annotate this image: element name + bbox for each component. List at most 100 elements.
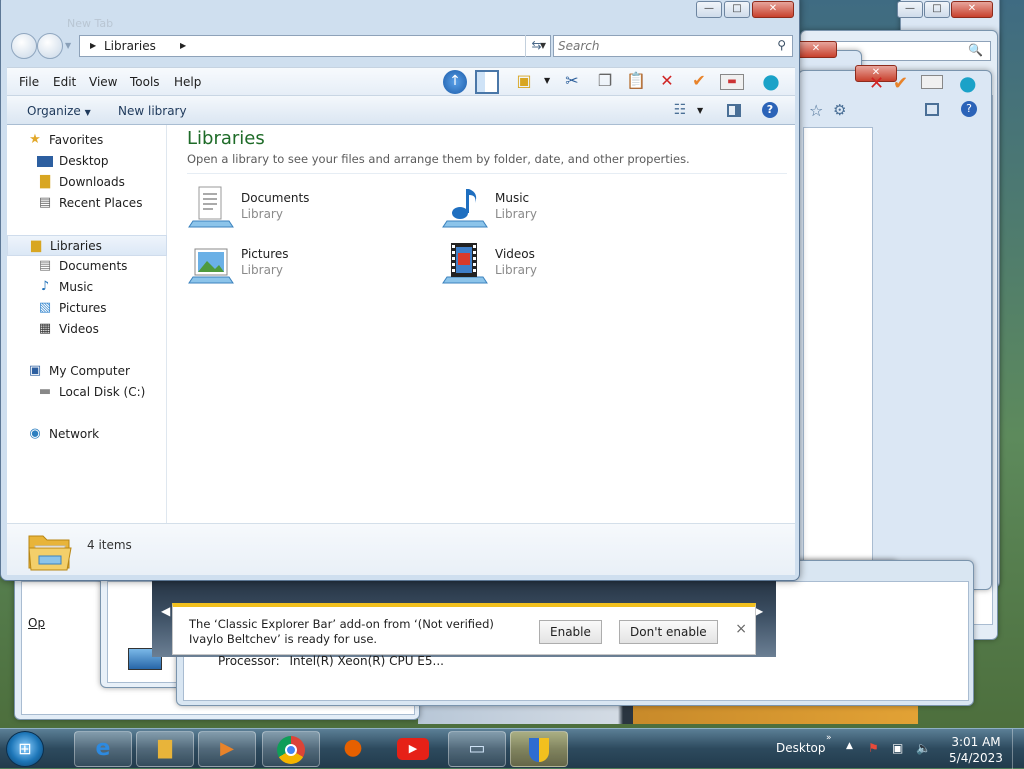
recent-places-icon: ▤	[38, 195, 52, 210]
libraries-icon: ▆	[31, 238, 41, 253]
background-partial-text: Op	[28, 616, 46, 630]
taskbar-ie-icon[interactable]: e	[74, 731, 132, 767]
properties-icon[interactable]: ✔	[687, 70, 711, 94]
forward-button[interactable]	[37, 33, 63, 59]
library-type: Library	[495, 263, 537, 277]
desktop-icon	[37, 156, 53, 167]
preview-pane-icon[interactable]	[723, 100, 745, 122]
properties-icon[interactable]: ✔	[893, 73, 908, 94]
nav-recent-places[interactable]: ▤ Recent Places	[7, 193, 167, 214]
search-icon[interactable]: ⚲	[777, 38, 786, 52]
search-input[interactable]	[558, 37, 768, 55]
preview-pane-icon[interactable]	[925, 103, 939, 116]
paste-icon[interactable]: 📋	[624, 70, 648, 94]
menu-file[interactable]: File	[19, 75, 39, 89]
dropdown-arrow-icon[interactable]: ▼	[544, 76, 550, 85]
close-button[interactable]: ✕	[795, 41, 837, 58]
email-icon[interactable]	[921, 75, 943, 89]
taskbar-firefox-icon[interactable]: ●	[324, 731, 382, 767]
nav-desktop[interactable]: Desktop	[7, 151, 167, 172]
delete-icon[interactable]: ✕	[869, 73, 884, 94]
volume-icon[interactable]: 🔈	[916, 741, 931, 755]
breadcrumb-arrow-icon[interactable]: ▶	[90, 41, 96, 50]
view-dropdown-icon[interactable]: ▼	[697, 106, 703, 115]
nav-label: Libraries	[50, 239, 102, 253]
cut-icon[interactable]: ✂	[560, 70, 584, 94]
maximize-button[interactable]: □	[724, 1, 750, 18]
nav-music[interactable]: ♪ Music	[7, 277, 167, 298]
nav-videos[interactable]: ▦ Videos	[7, 319, 167, 340]
up-icon[interactable]: ↑	[443, 70, 467, 94]
organize-button[interactable]: Organize ▼	[27, 104, 91, 118]
nav-downloads[interactable]: ▇ Downloads	[7, 172, 167, 193]
recent-pages-icon[interactable]: ▼	[65, 41, 71, 50]
nav-libraries[interactable]: ▆ Libraries	[7, 235, 167, 256]
maximize-button[interactable]: □	[924, 1, 950, 18]
nav-my-computer[interactable]: ▣ My Computer	[7, 361, 167, 382]
dont-enable-button[interactable]: Don't enable	[619, 620, 718, 644]
panes-icon[interactable]	[475, 70, 499, 94]
taskbar-chrome-icon[interactable]	[262, 731, 320, 767]
processor-info: Processor: Intel(R) Xeon(R) CPU E5...	[218, 654, 444, 668]
taskbar-drive-icon[interactable]: ▭	[448, 731, 506, 767]
delete-icon[interactable]: ✕	[655, 70, 679, 94]
taskbar-media-player-icon[interactable]: ▶	[198, 731, 256, 767]
help-icon[interactable]: ?	[759, 100, 781, 122]
library-documents[interactable]: Documents Library	[187, 183, 427, 233]
nav-favorites[interactable]: ★ Favorites	[7, 130, 167, 151]
computer-icon: ▣	[28, 363, 42, 378]
menu-tools[interactable]: Tools	[130, 75, 160, 89]
start-button[interactable]: ⊞	[6, 731, 44, 767]
email-icon[interactable]: ▬	[720, 74, 744, 90]
shell-icon[interactable]: ●	[759, 70, 783, 94]
search-icon[interactable]: 🔍	[968, 43, 983, 57]
prev-arrow-icon[interactable]: ◀	[161, 604, 170, 618]
nav-label: Desktop	[59, 154, 109, 168]
library-pictures[interactable]: Pictures Library	[187, 239, 427, 289]
nav-documents[interactable]: ▤ Documents	[7, 256, 167, 277]
taskbar-youtube-icon[interactable]: ▶	[384, 731, 442, 767]
clock[interactable]: 3:01 AM 5/4/2023	[944, 734, 1008, 766]
menu-view[interactable]: View	[89, 75, 117, 89]
view-options-icon[interactable]: ☷	[669, 100, 691, 122]
action-center-icon[interactable]: ⚑	[868, 741, 879, 755]
library-music[interactable]: Music Library	[441, 183, 681, 233]
help-icon[interactable]: ?	[961, 101, 977, 117]
network-tray-icon[interactable]: ▣	[892, 741, 903, 755]
close-button[interactable]: ✕	[951, 1, 993, 18]
menu-edit[interactable]: Edit	[53, 75, 76, 89]
gear-icon[interactable]: ⚙	[833, 101, 846, 119]
minimize-button[interactable]: —	[696, 1, 722, 18]
status-bar: 4 items	[7, 523, 795, 575]
nav-network[interactable]: ◉ Network	[7, 424, 167, 445]
new-library-button[interactable]: New library	[118, 104, 187, 118]
breadcrumb-libraries[interactable]: Libraries	[104, 39, 156, 53]
desktop-toolbar-label[interactable]: Desktop	[776, 741, 826, 755]
show-toolbar-chevron-icon[interactable]: »	[826, 733, 832, 743]
menu-help[interactable]: Help	[174, 75, 201, 89]
copy-icon[interactable]: ❐	[593, 70, 617, 94]
show-desktop-button[interactable]	[1012, 729, 1024, 769]
address-bar[interactable]: ▶ Libraries ▶ ▼	[79, 35, 551, 57]
star-icon[interactable]: ☆	[809, 101, 823, 120]
breadcrumb-chevron-icon[interactable]: ▶	[180, 41, 186, 50]
background-window-4[interactable]: ✕ ☆ ⚙ ? ✕ ✔ ●	[798, 65, 992, 590]
refresh-icon[interactable]: ⇆	[525, 35, 547, 57]
enable-button[interactable]: Enable	[539, 620, 602, 644]
show-hidden-icons-icon[interactable]: ▲	[846, 741, 853, 751]
taskbar-explorer-icon[interactable]: ▇	[136, 731, 194, 767]
content-pane: Libraries Open a library to see your fil…	[167, 125, 795, 523]
taskbar-security-icon[interactable]	[510, 731, 568, 767]
back-button[interactable]	[11, 33, 37, 59]
videos-library-icon	[441, 239, 489, 287]
page-subtitle: Open a library to see your files and arr…	[187, 152, 690, 166]
close-button[interactable]: ✕	[752, 1, 794, 18]
library-videos[interactable]: Videos Library	[441, 239, 681, 289]
close-notification-icon[interactable]: ×	[735, 621, 747, 637]
minimize-button[interactable]: —	[897, 1, 923, 18]
nav-pictures[interactable]: ▧ Pictures	[7, 298, 167, 319]
shell-icon[interactable]: ●	[959, 71, 976, 95]
search-box[interactable]: ⚲	[553, 35, 793, 57]
nav-local-disk[interactable]: ▬ Local Disk (C:)	[7, 382, 167, 403]
folder-options-icon[interactable]: ▣	[512, 70, 536, 94]
